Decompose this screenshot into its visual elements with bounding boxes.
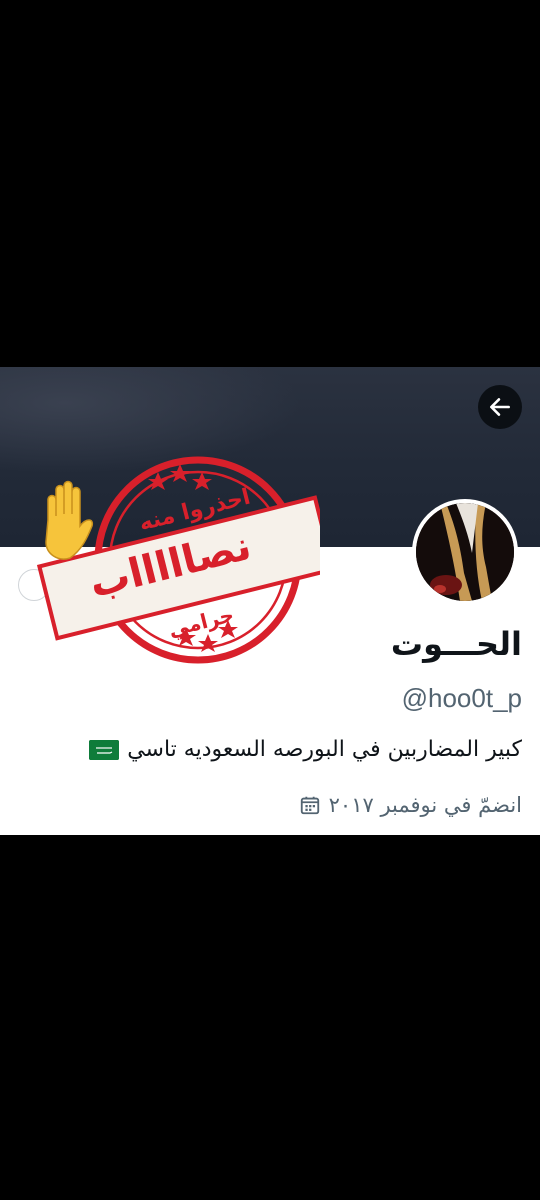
- back-button[interactable]: [478, 385, 522, 429]
- warning-stamp: احذروا منه نصاااااب حرامي: [30, 442, 336, 682]
- calendar-icon: [300, 796, 319, 815]
- avatar[interactable]: [412, 499, 518, 605]
- join-date: انضمّ في نوفمبر ٢٠١٧: [299, 793, 522, 817]
- display-name: الحـــوت: [390, 625, 522, 663]
- join-date-text: انضمّ في نوفمبر ٢٠١٧: [328, 793, 522, 817]
- bio-text: كبير المضاربين في البورصه السعوديه تاسي: [127, 737, 522, 762]
- user-handle: @hoo0t_p: [401, 683, 522, 713]
- saudi-flag-icon: [89, 739, 120, 760]
- profile-card: احذروا منه نصاااااب حرامي الحـــوت @hoo0…: [0, 367, 540, 835]
- arrow-left-icon: [490, 398, 510, 416]
- profile-bio: كبير المضاربين في البورصه السعوديه تاسي: [89, 737, 522, 762]
- raised-hand-icon: [45, 480, 94, 560]
- avatar-image: [416, 503, 514, 601]
